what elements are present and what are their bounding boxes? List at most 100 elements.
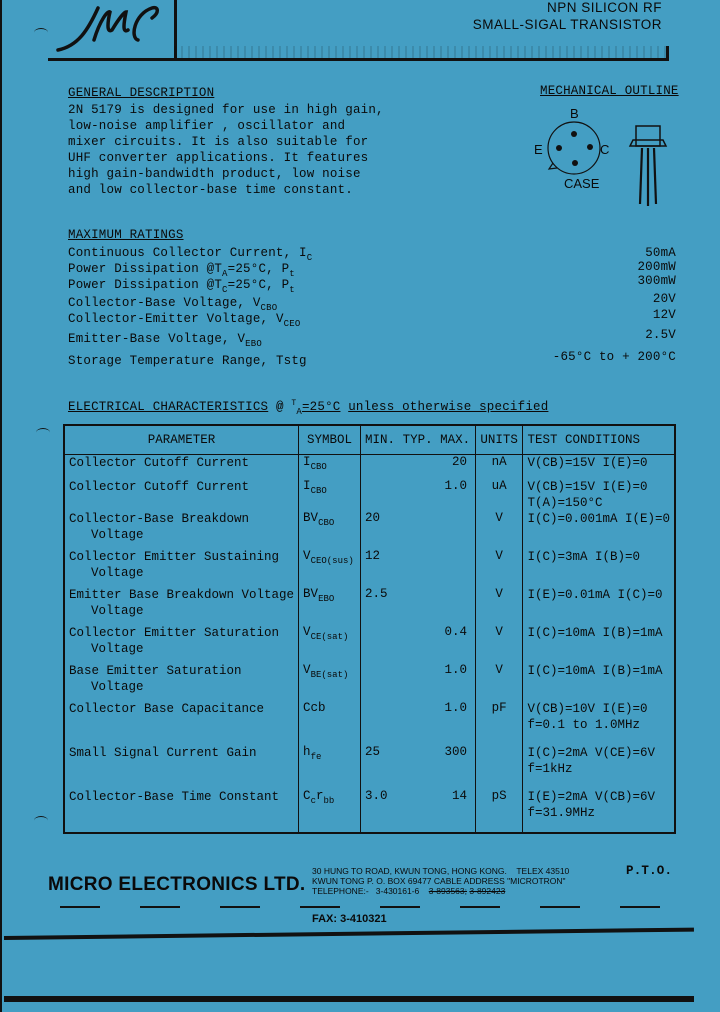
desc-line: high gain-bandwidth product, low noise — [68, 167, 361, 181]
mechanical-outline-heading: MECHANICAL OUTLINE — [540, 84, 679, 98]
test-conditions-cell: I(C)=3mA I(B)=0 — [522, 548, 675, 587]
values-cell: 2.5 — [360, 586, 476, 625]
electrical-characteristics-heading: ELECTRICAL CHARACTERISTICS @ TA=25°C unl… — [68, 399, 549, 417]
parameter-cell: Base Emitter Saturation Voltage — [69, 663, 242, 694]
min-value: 12 — [365, 548, 381, 563]
pto-label: P.T.O. — [626, 864, 673, 878]
electrical-characteristics-table: PARAMETER SYMBOL MIN. TYP. MAX. UNITS TE… — [63, 424, 676, 834]
rating-row: Storage Temperature Range, Tstg — [68, 354, 307, 368]
punch-hole-mark — [34, 28, 48, 37]
rating-row: Power Dissipation @TC=25°C, Pt — [68, 278, 295, 295]
test-conditions-cell: I(C)=10mA I(B)=1mA — [522, 662, 675, 701]
rating-value: -65°C to + 200°C — [552, 350, 676, 364]
max-value: 20 — [452, 455, 468, 469]
pin-label-b: B — [570, 106, 579, 121]
test-condition-line: T(A)=150°C — [527, 495, 603, 510]
units-cell: pS — [474, 788, 523, 833]
parameter-cell: Small Signal Current Gain — [69, 745, 257, 760]
mec-logo-icon — [56, 5, 159, 52]
test-condition-line: I(C)=0.001mA I(E)=0 — [527, 511, 670, 526]
case-label: CASE — [564, 176, 600, 191]
test-conditions-cell: V(CB)=15V I(E)=0 — [522, 454, 675, 479]
footer-divider — [60, 906, 700, 908]
values-cell: 20 — [360, 510, 476, 549]
table-row: Small Signal Current Gain hfe 25 300 I(C)=2m… — [64, 744, 675, 789]
units-cell: uA — [474, 478, 523, 511]
symbol-cell: VCEO(sus) — [298, 548, 361, 587]
test-condition-line: f=1kHz — [527, 761, 573, 776]
symbol-cell: VBE(sat) — [298, 662, 361, 701]
test-conditions-cell: I(C)=0.001mA I(E)=0 — [522, 510, 675, 549]
rating-row: Emitter-Base Voltage, VEBO — [68, 332, 262, 349]
rating-value: 12V — [652, 308, 676, 322]
table-row: Collector Emitter Sustaining Voltage VCEO(… — [64, 548, 675, 587]
table-row: Collector Cutoff Current ICBO 20 nA V(CB)=15… — [64, 454, 675, 479]
symbol-cell: ICBO — [298, 478, 361, 511]
test-conditions-cell: I(C)=10mA I(B)=1mA — [522, 624, 675, 663]
maximum-ratings-list: Continuous Collector Current, IC 50mA Po… — [68, 246, 676, 376]
values-cell: 0.4 — [360, 624, 476, 663]
maximum-ratings-heading: MAXIMUM RATINGS — [68, 228, 184, 242]
logo-box — [48, 0, 177, 61]
symbol-cell: ICBO — [298, 454, 361, 479]
test-condition-line: f=31.9MHz — [527, 805, 595, 820]
col-test-conditions: TEST CONDITIONS — [522, 425, 675, 455]
parameter-cell: Emitter Base Breakdown Voltage Voltage — [69, 587, 295, 618]
col-units: UNITS — [474, 425, 523, 455]
general-description-text: 2N 5179 is designed for use in high gain… — [68, 102, 384, 198]
general-description-heading: GENERAL DESCRIPTION — [68, 86, 215, 100]
parameter-cell: Collector-Base Time Constant — [69, 789, 280, 804]
max-value: 1.0 — [444, 662, 468, 677]
page-left-edge — [0, 0, 2, 1012]
max-value: 1.0 — [444, 700, 468, 715]
rating-row: Continuous Collector Current, IC — [68, 246, 313, 263]
rating-value: 20V — [652, 292, 676, 306]
test-conditions-cell: I(C)=2mA V(CE)=6V f=1kHz — [522, 744, 675, 789]
test-conditions-cell: I(E)=0.01mA I(C)=0 — [522, 586, 675, 625]
col-parameter: PARAMETER — [64, 425, 299, 455]
table-row: Collector-Base Time Constant Ccrbb 3.0 14 pS… — [64, 788, 675, 833]
symbol-cell: Ccrbb — [298, 788, 361, 833]
max-value: 300 — [444, 744, 468, 759]
desc-line: UHF converter applications. It features — [68, 151, 369, 165]
rating-value: 2.5V — [645, 328, 676, 342]
next-page-edge — [4, 996, 694, 1002]
pin-label-e: E — [534, 142, 543, 157]
max-value: 14 — [452, 788, 468, 803]
test-condition-line: V(CB)=15V I(E)=0 — [527, 479, 648, 494]
test-condition-line: I(E)=0.01mA I(C)=0 — [527, 587, 663, 602]
desc-line: and low collector-base time constant. — [68, 183, 353, 197]
test-condition-line: V(CB)=10V I(E)=0 — [527, 701, 648, 716]
values-cell: 25 300 — [360, 744, 476, 789]
parameter-cell: Collector Base Capacitance — [69, 701, 265, 716]
units-cell — [474, 744, 523, 789]
values-cell: 1.0 — [360, 700, 476, 745]
min-value: 2.5 — [365, 586, 388, 601]
test-condition-line: f=0.1 to 1.0MHz — [527, 717, 640, 732]
table-row: Emitter Base Breakdown Voltage Voltage BVE… — [64, 586, 675, 625]
parameter-cell: Collector Emitter Sustaining Voltage — [69, 549, 280, 580]
parameter-cell: Collector Cutoff Current — [69, 479, 250, 494]
rating-value: 50mA — [645, 246, 676, 260]
units-cell: nA — [474, 454, 523, 479]
col-min-typ-max: MIN. TYP. MAX. — [360, 425, 476, 455]
units-cell: V — [474, 548, 523, 587]
col-symbol: SYMBOL — [298, 425, 361, 455]
values-cell: 1.0 — [360, 478, 476, 511]
parameter-cell: Collector Cutoff Current — [69, 456, 250, 470]
test-condition-line: I(C)=10mA I(B)=1mA — [527, 663, 663, 678]
fax-number: FAX: 3-410321 — [312, 913, 387, 925]
symbol-cell: hfe — [298, 744, 361, 789]
parameter-cell: Collector-Base Breakdown Voltage — [69, 511, 250, 542]
to-92-package-icon — [628, 125, 668, 206]
symbol-cell: BVCBO — [298, 510, 361, 549]
title-line-1: NPN SILICON RF — [546, 0, 662, 15]
company-address: 30 HUNG TO ROAD, KWUN TONG, HONG KONG. T… — [312, 866, 570, 896]
rating-row: Collector-Base Voltage, VCBO — [68, 296, 278, 313]
pin-label-c: C — [600, 142, 610, 157]
test-condition-line: I(C)=2mA V(CE)=6V — [527, 745, 655, 760]
parameter-cell: Collector Emitter Saturation Voltage — [69, 625, 280, 656]
values-cell: 12 — [360, 548, 476, 587]
header-bar — [174, 46, 669, 61]
desc-line: 2N 5179 is designed for use in high gain… — [68, 103, 384, 117]
